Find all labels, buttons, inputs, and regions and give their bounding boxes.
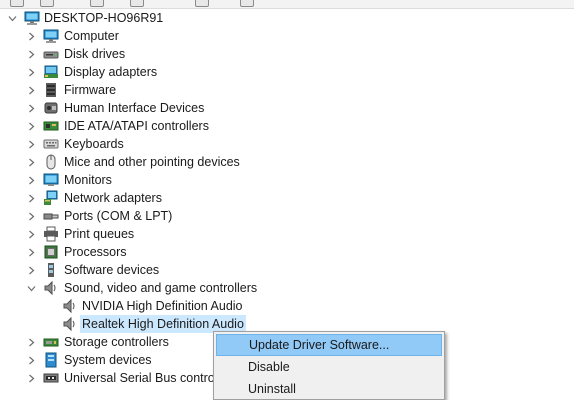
context-menu: Update Driver Software... Disable Uninstal…	[213, 331, 445, 400]
expand-chevron-icon[interactable]	[25, 351, 37, 369]
mouse-icon	[43, 154, 59, 170]
collapse-chevron-icon[interactable]	[25, 279, 37, 297]
computer-icon	[24, 10, 40, 26]
tree-item-ide-ata-atapi-controllers-label: IDE ATA/ATAPI controllers	[64, 119, 209, 133]
expand-chevron-icon[interactable]	[25, 243, 37, 261]
collapse-chevron-icon[interactable]	[6, 9, 18, 27]
system-device-icon	[43, 352, 59, 368]
tree-item-display-adapters-label: Display adapters	[64, 65, 158, 79]
disk-drive-icon	[43, 46, 59, 62]
tree-item-print-queues-label: Print queues	[64, 227, 135, 241]
tree-root-label: DESKTOP-HO96R91	[44, 11, 164, 25]
menu-item-update-driver-software[interactable]: Update Driver Software...	[216, 334, 442, 356]
tree-item-sound-video-and-game-controllers-label: Sound, video and game controllers	[64, 281, 258, 295]
back-icon[interactable]	[10, 0, 24, 7]
speaker-icon	[43, 280, 59, 296]
expand-chevron-icon[interactable]	[25, 333, 37, 351]
computer-icon	[43, 28, 59, 44]
tree-item-processors-label: Processors	[64, 245, 127, 259]
scan-icon[interactable]	[195, 0, 209, 7]
tree-item-human-interface-devices-label: Human Interface Devices	[64, 101, 205, 115]
help-icon[interactable]	[130, 0, 144, 7]
expand-chevron-icon[interactable]	[25, 27, 37, 45]
storage-controller-icon	[43, 334, 59, 350]
tree-item-software-devices-label: Software devices	[64, 263, 160, 277]
port-icon	[43, 208, 59, 224]
tree-item-mice-and-other-pointing-devices-label: Mice and other pointing devices	[64, 155, 240, 169]
usb-icon	[43, 370, 59, 386]
expand-chevron-icon[interactable]	[25, 225, 37, 243]
expand-chevron-icon[interactable]	[25, 207, 37, 225]
forward-icon[interactable]	[40, 0, 54, 7]
expand-chevron-icon[interactable]	[25, 117, 37, 135]
tree-item-keyboards-label: Keyboards	[64, 137, 124, 151]
expand-chevron-icon[interactable]	[25, 153, 37, 171]
menu-item-uninstall[interactable]: Uninstall	[216, 378, 442, 400]
expand-chevron-icon[interactable]	[25, 81, 37, 99]
printer-icon	[43, 226, 59, 242]
expand-chevron-icon[interactable]	[25, 45, 37, 63]
software-device-icon	[43, 262, 59, 278]
expand-chevron-icon[interactable]	[25, 189, 37, 207]
expand-chevron-icon[interactable]	[25, 135, 37, 153]
speaker-icon	[62, 316, 78, 332]
expand-chevron-icon[interactable]	[25, 99, 37, 117]
speaker-icon	[62, 298, 78, 314]
tree-item-monitors-label: Monitors	[64, 173, 112, 187]
processor-icon	[43, 244, 59, 260]
expand-chevron-icon[interactable]	[25, 369, 37, 387]
tree-device-nvidia-high-definition-audio-label: NVIDIA High Definition Audio	[82, 299, 243, 313]
update-icon[interactable]	[240, 0, 254, 7]
expand-chevron-icon[interactable]	[25, 63, 37, 81]
tree-item-storage-controllers-label: Storage controllers	[64, 335, 169, 349]
properties-icon[interactable]	[90, 0, 104, 7]
firmware-icon	[43, 82, 59, 98]
tree-item-system-devices-label: System devices	[64, 353, 152, 367]
keyboard-icon	[43, 136, 59, 152]
toolbar	[0, 0, 574, 9]
network-adapter-icon	[43, 190, 59, 206]
tree-item-disk-drives-label: Disk drives	[64, 47, 126, 61]
ide-controller-icon	[43, 118, 59, 134]
tree-item-ports-com-lpt-label: Ports (COM & LPT)	[64, 209, 173, 223]
display-adapter-icon	[43, 64, 59, 80]
expand-chevron-icon[interactable]	[25, 171, 37, 189]
tree-item-firmware-label: Firmware	[64, 83, 117, 97]
monitor-icon	[43, 172, 59, 188]
tree-item-computer-label: Computer	[64, 29, 119, 43]
tree-item-network-adapters-label: Network adapters	[64, 191, 162, 205]
menu-item-disable[interactable]: Disable	[216, 356, 442, 378]
hid-icon	[43, 100, 59, 116]
expand-chevron-icon[interactable]	[25, 261, 37, 279]
